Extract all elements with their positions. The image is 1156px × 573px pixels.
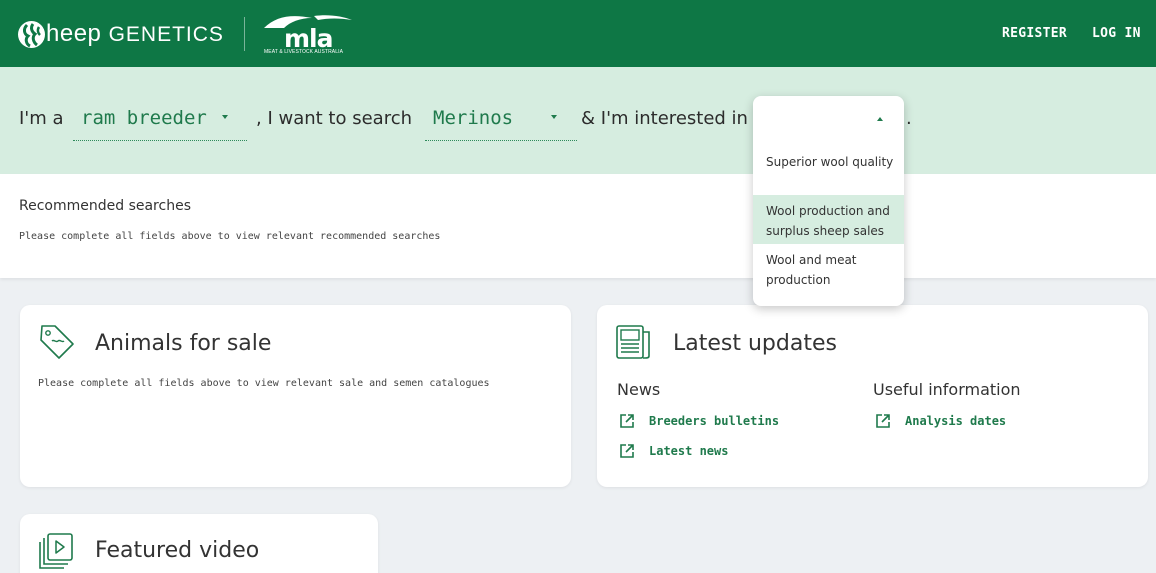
filter-mid: , I want to search xyxy=(256,108,412,129)
video-title: Featured video xyxy=(95,538,260,563)
brand-wordmark: heep GENETICS xyxy=(46,20,224,48)
chevron-down-icon xyxy=(551,115,557,119)
external-link-icon xyxy=(620,444,634,458)
latest-news-link[interactable]: Latest news xyxy=(619,443,728,459)
chevron-down-icon xyxy=(222,115,228,119)
latest-updates-card: Latest updates News Breeders bulletins L… xyxy=(597,305,1148,487)
dropdown-option-superior-wool[interactable]: Superior wool quality xyxy=(753,146,904,195)
filter-end: . xyxy=(906,108,912,129)
sheep-logo-icon xyxy=(18,20,45,48)
site-header: heep GENETICS mla MEAT & LIVESTOCK AUSTR… xyxy=(0,0,1156,67)
newspaper-icon xyxy=(616,325,650,359)
external-link-icon xyxy=(620,414,634,428)
video-stack-icon xyxy=(39,533,73,569)
animals-for-sale-card: Animals for sale Please complete all fie… xyxy=(20,305,571,487)
breed-select[interactable]: Merinos xyxy=(425,105,577,141)
price-tag-icon xyxy=(40,325,74,359)
interest-select-trigger[interactable] xyxy=(753,96,904,140)
useful-info-heading: Useful information xyxy=(873,380,1021,399)
updates-title: Latest updates xyxy=(673,331,837,356)
register-link[interactable]: REGISTER xyxy=(1002,26,1067,41)
recommended-title: Recommended searches xyxy=(19,198,191,214)
animals-note: Please complete all fields above to view… xyxy=(38,378,490,389)
login-link[interactable]: LOG IN xyxy=(1092,26,1141,41)
external-link-icon xyxy=(876,414,890,428)
brand-tail: GENETICS xyxy=(108,23,224,46)
brand-lead: heep xyxy=(46,20,102,47)
analysis-dates-link[interactable]: Analysis dates xyxy=(875,413,1006,429)
latest-news-label: Latest news xyxy=(649,444,729,458)
filter-prefix: I'm a xyxy=(19,108,64,129)
breed-select-value: Merinos xyxy=(433,107,514,129)
recommended-searches: Recommended searches Please complete all… xyxy=(0,174,1156,278)
dropdown-option-wool-meat[interactable]: Wool and meat production xyxy=(753,244,904,293)
sheep-genetics-logo[interactable]: heep GENETICS xyxy=(18,17,224,51)
analysis-dates-label: Analysis dates xyxy=(905,414,1007,428)
header-divider xyxy=(244,17,245,51)
chevron-up-icon xyxy=(877,117,883,121)
recommended-note: Please complete all fields above to view… xyxy=(19,231,441,242)
breeders-bulletins-label: Breeders bulletins xyxy=(649,414,780,428)
filter-tail: & I'm interested in xyxy=(581,108,748,129)
featured-video-card: Featured video xyxy=(20,514,378,573)
role-select-value: ram breeder xyxy=(81,107,207,129)
news-heading: News xyxy=(617,380,661,399)
mla-subtitle: MEAT & LIVESTOCK AUSTRALIA xyxy=(264,49,344,55)
role-select[interactable]: ram breeder xyxy=(73,105,247,141)
dropdown-option-wool-surplus[interactable]: Wool production and surplus sheep sales xyxy=(753,195,904,244)
breeders-bulletins-link[interactable]: Breeders bulletins xyxy=(619,413,779,429)
animals-title: Animals for sale xyxy=(95,331,272,356)
mla-logo[interactable]: mla MEAT & LIVESTOCK AUSTRALIA xyxy=(262,14,354,58)
interest-dropdown[interactable]: Superior wool quality Wool production an… xyxy=(753,96,904,306)
